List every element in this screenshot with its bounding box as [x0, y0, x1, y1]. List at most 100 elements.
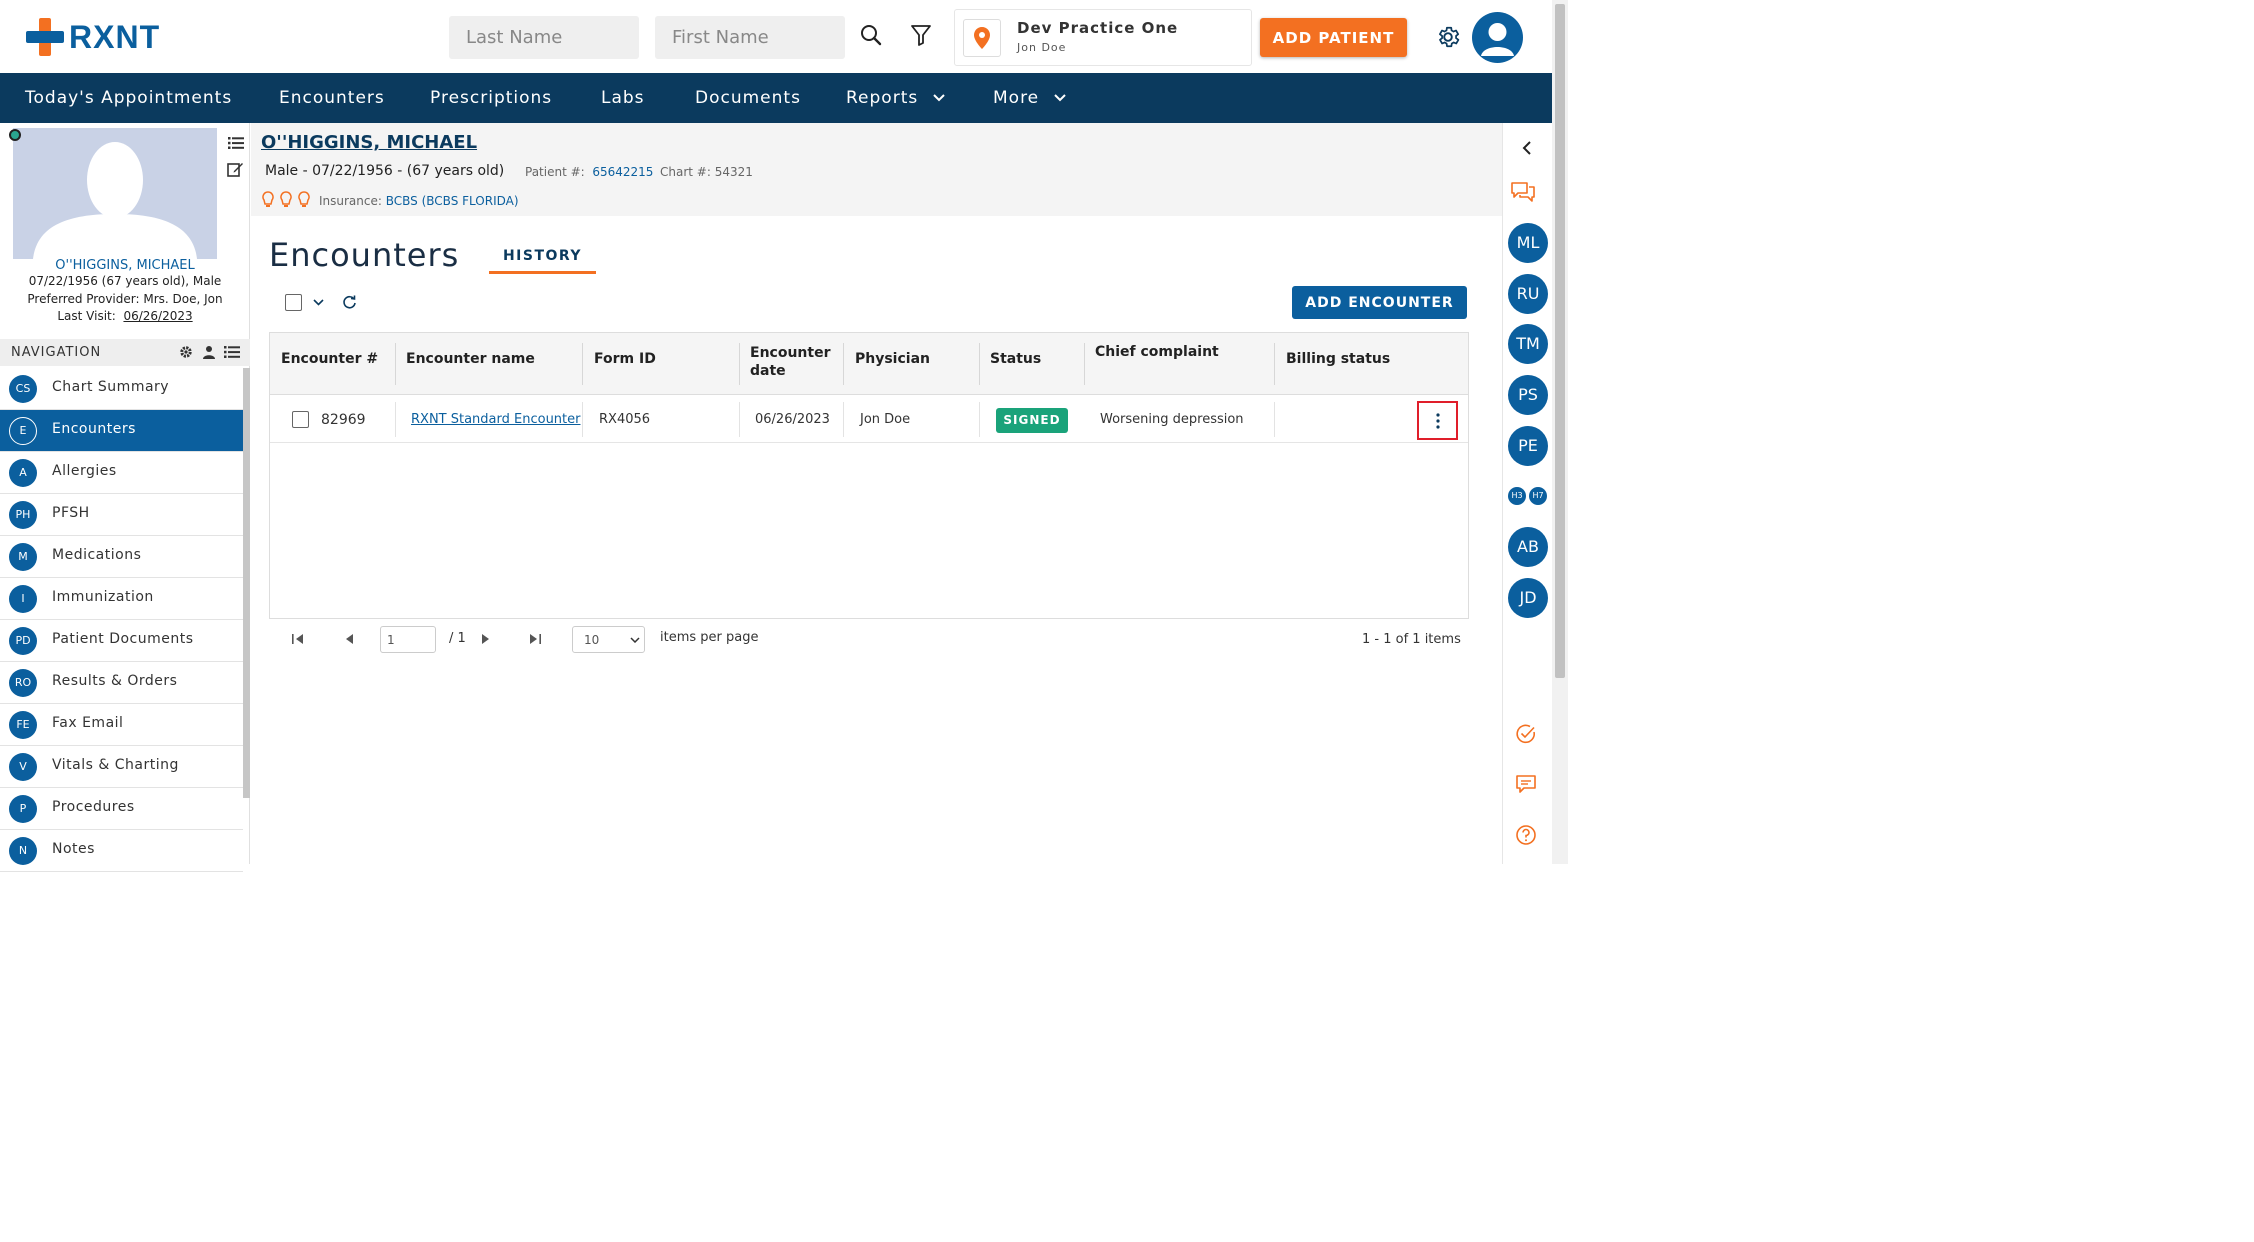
last-visit-date[interactable]: 06/26/2023 [123, 309, 192, 323]
col-chief-complaint[interactable]: Chief complaint [1084, 333, 1275, 395]
sidebar-item-vitals-charting[interactable]: V Vitals & Charting [0, 746, 243, 788]
insurance-value[interactable]: BCBS (BCBS FLORIDA) [386, 194, 519, 208]
col-billing-status[interactable]: Billing status [1275, 333, 1468, 395]
add-encounter-button[interactable]: ADD ENCOUNTER [1292, 286, 1467, 319]
sidebar-item-medications[interactable]: M Medications [0, 536, 243, 578]
nav-labs[interactable]: Labs [601, 73, 645, 123]
nav-reports-label: Reports [846, 88, 919, 108]
gear-icon[interactable] [179, 345, 193, 359]
sidebar-item-procedures[interactable]: P Procedures [0, 788, 243, 830]
chevron-left-icon[interactable] [1522, 141, 1532, 155]
filter-icon[interactable] [908, 22, 934, 48]
last-visit-label: Last Visit: [57, 309, 116, 323]
rail-avatar-tm[interactable]: TM [1508, 324, 1548, 364]
item-badge: FE [9, 711, 37, 739]
item-badge: CS [9, 375, 37, 403]
card-dob: 07/22/1956 (67 years old), Male [28, 274, 222, 288]
col-physician[interactable]: Physician [844, 333, 980, 395]
sidebar-item-patient-documents[interactable]: PD Patient Documents [0, 620, 243, 662]
logo-cross-icon [26, 18, 64, 56]
nav-encounters[interactable]: Encounters [279, 73, 385, 123]
sidebar-item-encounters[interactable]: E Encounters [0, 410, 243, 452]
table-header: Encounter # Encounter name Form ID Encou… [270, 333, 1468, 395]
col-encounter-date[interactable]: Encounter date [739, 333, 844, 395]
item-badge: E [9, 417, 37, 445]
select-all-checkbox[interactable] [285, 294, 302, 311]
nav-more[interactable]: More [993, 73, 1066, 123]
items-per-page-select[interactable]: 10 [572, 626, 645, 653]
sidebar-item-allergies[interactable]: A Allergies [0, 452, 243, 494]
rail-avatar-h7[interactable]: H7 [1529, 487, 1547, 505]
patient-number: Patient #: 65642215 [525, 165, 653, 179]
chevron-down-icon[interactable] [313, 299, 324, 306]
first-page-icon[interactable] [291, 632, 305, 646]
item-label: Procedures [52, 799, 135, 815]
tab-history[interactable]: HISTORY [489, 248, 596, 274]
encounters-table: Encounter # Encounter name Form ID Encou… [269, 332, 1469, 619]
last-page-icon[interactable] [528, 632, 542, 646]
table-row[interactable]: 82969 RXNT Standard Encounter RX4056 06/… [270, 396, 1468, 443]
next-page-icon[interactable] [480, 632, 492, 646]
help-icon[interactable] [1515, 824, 1537, 846]
edit-icon[interactable] [227, 161, 244, 181]
message-icon[interactable] [1515, 774, 1537, 794]
item-label: Immunization [52, 589, 154, 605]
row-checkbox[interactable] [292, 411, 309, 428]
item-badge: I [9, 585, 37, 613]
prev-page-icon[interactable] [343, 632, 355, 646]
add-patient-button[interactable]: ADD PATIENT [1260, 18, 1407, 57]
sidebar-item-immunization[interactable]: I Immunization [0, 578, 243, 620]
sidebar-item-pfsh[interactable]: PH PFSH [0, 494, 243, 536]
item-label: Vitals & Charting [52, 757, 179, 773]
rail-avatar-jd[interactable]: JD [1508, 578, 1548, 618]
col-encounter-name[interactable]: Encounter name [395, 333, 583, 395]
col-encounter-num[interactable]: Encounter # [270, 333, 396, 395]
user-avatar[interactable] [1472, 12, 1523, 63]
last-name-input[interactable] [449, 16, 639, 59]
patient-name[interactable]: O''HIGGINS, MICHAEL [261, 132, 477, 153]
rail-avatar-ps[interactable]: PS [1508, 375, 1548, 415]
rail-avatar-pe[interactable]: PE [1508, 426, 1548, 466]
person-icon[interactable] [202, 345, 216, 359]
col-form-id[interactable]: Form ID [583, 333, 740, 395]
lightbulb-icon[interactable] [262, 191, 312, 209]
first-name-input[interactable] [655, 16, 845, 59]
scrollbar-thumb[interactable] [1555, 4, 1565, 678]
card-patient-name[interactable]: O''HIGGINS, MICHAEL [0, 258, 250, 273]
encounter-name-link[interactable]: RXNT Standard Encounter [411, 412, 580, 427]
sidebar-scrollbar[interactable] [243, 368, 250, 798]
nav-prescriptions[interactable]: Prescriptions [430, 73, 552, 123]
rail-avatar-h3[interactable]: H3 [1508, 487, 1526, 505]
check-circle-icon[interactable] [1515, 723, 1537, 745]
nav-documents[interactable]: Documents [695, 73, 801, 123]
form-id: RX4056 [599, 412, 651, 427]
page-scrollbar[interactable] [1552, 0, 1568, 864]
col-status[interactable]: Status [979, 333, 1085, 395]
rail-avatar-ru[interactable]: RU [1508, 274, 1548, 314]
encounter-num: 82969 [321, 412, 366, 428]
item-label: Encounters [52, 421, 136, 437]
patient-number-value[interactable]: 65642215 [592, 165, 653, 179]
page-number-input[interactable] [380, 626, 436, 653]
list-icon[interactable] [228, 135, 244, 154]
search-icon[interactable] [858, 22, 884, 48]
rail-avatar-ml[interactable]: ML [1508, 223, 1548, 263]
sidebar-item-fax-email[interactable]: FE Fax Email [0, 704, 243, 746]
sidebar-item-results-orders[interactable]: RO Results & Orders [0, 662, 243, 704]
nav-reports[interactable]: Reports [846, 73, 945, 123]
item-label: Allergies [52, 463, 117, 479]
row-actions-menu[interactable] [1417, 401, 1458, 440]
practice-selector[interactable]: Dev Practice One Jon Doe [954, 9, 1252, 66]
nav-todays-appointments[interactable]: Today's Appointments [25, 73, 232, 123]
rail-avatar-ab[interactable]: AB [1508, 527, 1548, 567]
gear-icon[interactable] [1435, 24, 1461, 50]
col-label: Chief complaint [1095, 344, 1219, 360]
sidebar-item-notes[interactable]: N Notes [0, 830, 243, 872]
sidebar-item-chart-summary[interactable]: CS Chart Summary [0, 368, 243, 410]
list-icon[interactable] [224, 345, 240, 359]
items-summary: 1 - 1 of 1 items [1362, 632, 1461, 647]
cell-physician: Jon Doe [844, 396, 980, 443]
refresh-icon[interactable] [342, 294, 357, 310]
rxnt-logo[interactable]: RXNT [26, 18, 160, 56]
chat-bubbles-icon[interactable] [1510, 180, 1536, 204]
